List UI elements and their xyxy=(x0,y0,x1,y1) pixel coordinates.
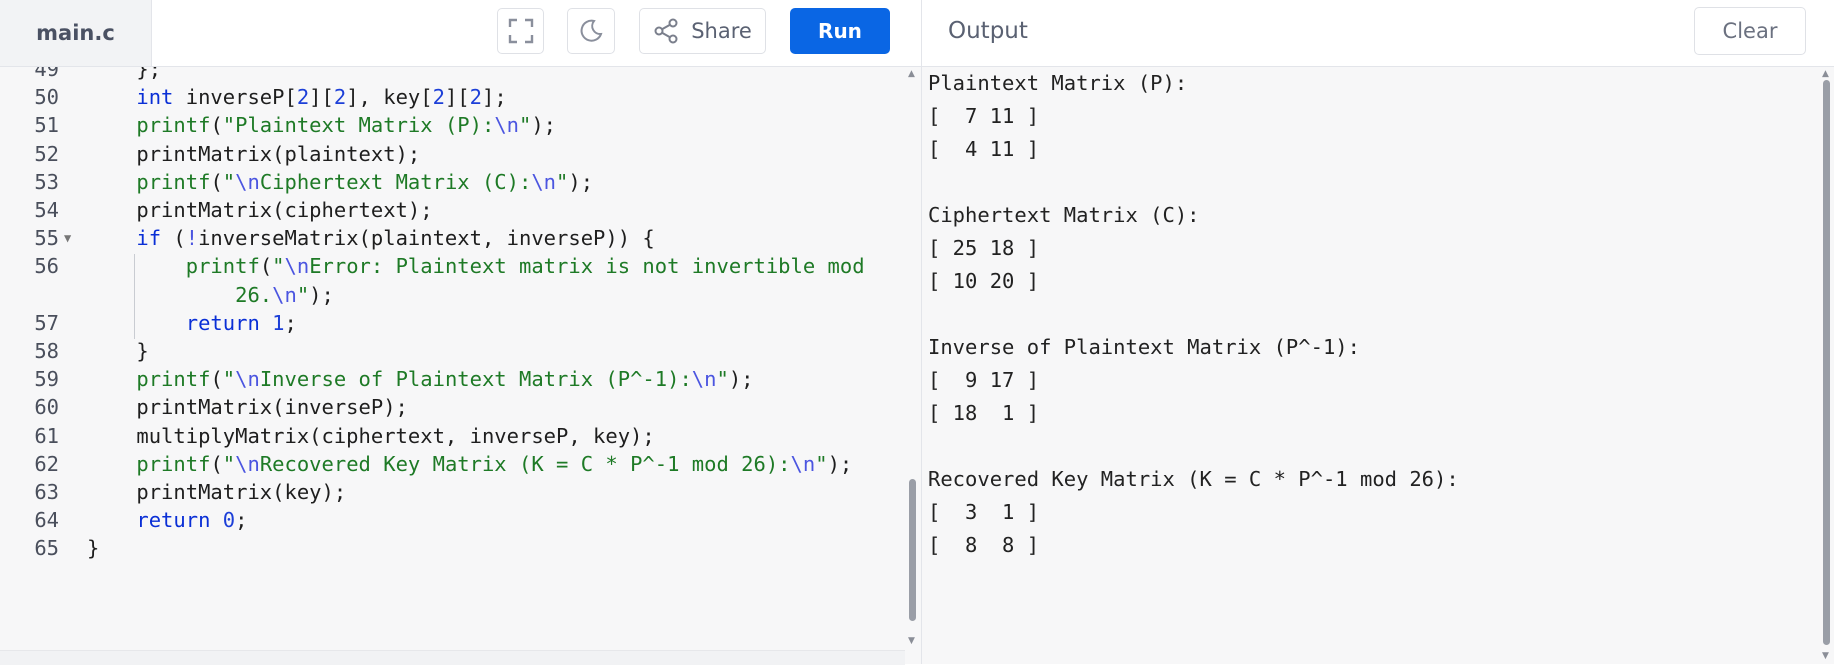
theme-toggle-button[interactable] xyxy=(567,8,615,54)
output-scroll-thumb[interactable] xyxy=(1823,80,1830,645)
clear-button[interactable]: Clear xyxy=(1694,7,1806,55)
output-line: Plaintext Matrix (P): xyxy=(928,71,1188,95)
moon-icon xyxy=(580,19,603,42)
share-button[interactable]: Share xyxy=(639,8,766,54)
code-editor[interactable]: 49 }; 50 int inverseP[2][2], key[2][2]; 51… xyxy=(0,67,905,649)
output-line: [ 10 20 ] xyxy=(928,269,1040,293)
editor-horizontal-scrollbar[interactable] xyxy=(0,650,905,665)
share-icon xyxy=(654,18,678,44)
scroll-down-arrow-icon[interactable]: ▼ xyxy=(908,636,915,646)
run-button[interactable]: Run xyxy=(790,8,890,54)
share-label: Share xyxy=(691,19,752,43)
output-line: Ciphertext Matrix (C): xyxy=(928,203,1200,227)
output-pane: Output Clear Plaintext Matrix (P): [ 7 11… xyxy=(922,0,1834,664)
output-line: [ 7 11 ] xyxy=(928,104,1040,128)
editor-scroll-thumb[interactable] xyxy=(909,479,916,621)
indent-guide xyxy=(134,254,135,339)
output-vertical-scrollbar[interactable]: ▲ ▼ xyxy=(1820,67,1834,664)
editor-pane: main.c Share Run 49 }; 50 int inverseP[2]… xyxy=(0,0,922,665)
output-line: [ 3 1 ] xyxy=(928,500,1040,524)
output-header: Output Clear xyxy=(922,0,1834,67)
code-text: } xyxy=(87,536,100,561)
output-console: Plaintext Matrix (P): [ 7 11 ] [ 4 11 ] Cip… xyxy=(928,67,1808,664)
output-line: Recovered Key Matrix (K = C * P^-1 mod 2… xyxy=(928,467,1459,491)
output-line: [ 8 8 ] xyxy=(928,533,1040,557)
editor-vertical-scrollbar[interactable]: ▲ ▼ xyxy=(906,67,920,649)
line-number: 65 xyxy=(34,536,59,561)
output-line: Inverse of Plaintext Matrix (P^-1): xyxy=(928,335,1360,359)
code-line[interactable]: 65} xyxy=(0,532,905,565)
fullscreen-icon xyxy=(508,18,533,44)
scroll-down-arrow-icon[interactable]: ▼ xyxy=(1822,651,1829,661)
scroll-up-arrow-icon[interactable]: ▲ xyxy=(1822,69,1829,79)
output-title: Output xyxy=(948,18,1028,44)
output-line: [ 25 18 ] xyxy=(928,236,1040,260)
output-line: [ 18 1 ] xyxy=(928,401,1040,425)
editor-toolbar: main.c Share Run xyxy=(0,0,921,67)
file-tab[interactable]: main.c xyxy=(0,0,152,66)
output-line: [ 4 11 ] xyxy=(928,137,1040,161)
scroll-up-arrow-icon[interactable]: ▲ xyxy=(908,69,915,79)
fullscreen-button[interactable] xyxy=(497,8,544,54)
output-line: [ 9 17 ] xyxy=(928,368,1040,392)
